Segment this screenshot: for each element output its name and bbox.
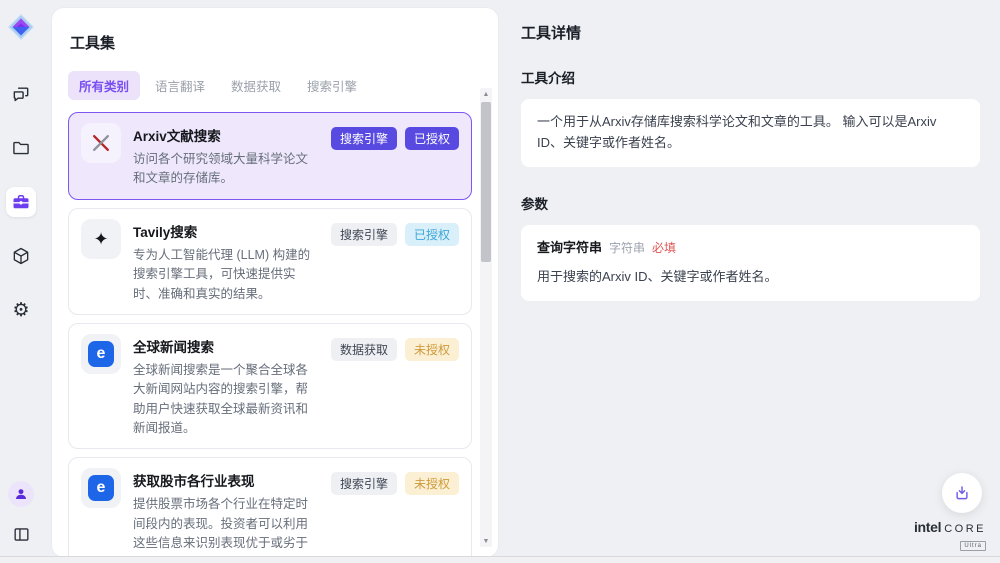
sidebar-item-settings[interactable]: ⚙ xyxy=(6,295,36,325)
sidebar-item-chat[interactable] xyxy=(6,79,36,109)
scroll-up-arrow[interactable]: ▲ xyxy=(480,88,492,100)
category-badge: 搜索引擎 xyxy=(331,127,397,150)
brand-ultra-badge: Ultra xyxy=(960,541,986,551)
auth-status-badge: 已授权 xyxy=(405,127,459,150)
tool-desc: 提供股票市场各个行业在特定时间段内的表现。投资者可以利用这些信息来识别表现优于或… xyxy=(133,495,319,557)
params-heading: 参数 xyxy=(521,193,980,213)
gear-icon: ⚙ xyxy=(12,301,29,320)
scrollbar[interactable]: ▲ ▼ xyxy=(480,88,492,547)
param-type: 字符串 xyxy=(609,239,645,258)
category-badge: 搜索引擎 xyxy=(331,223,397,246)
tool-intro-text: 一个用于从Arxiv存储库搜索科学论文和文章的工具。 输入可以是Arxiv ID… xyxy=(521,99,980,167)
param-required-flag: 必填 xyxy=(652,239,676,258)
sidebar: ⚙ xyxy=(0,0,42,563)
collapse-panel-icon[interactable] xyxy=(6,519,36,549)
four-point-star-icon: ✦ xyxy=(81,219,121,259)
brand-core: CORE xyxy=(944,524,986,535)
page-title: 工具集 xyxy=(70,32,470,53)
tab-3[interactable]: 搜索引擎 xyxy=(296,71,368,100)
auth-status-badge: 已授权 xyxy=(405,223,459,246)
category-tabs: 所有类别语言翻译数据获取搜索引擎 xyxy=(68,71,470,100)
tab-1[interactable]: 语言翻译 xyxy=(144,71,216,100)
sidebar-item-tools[interactable] xyxy=(6,187,36,217)
detail-title: 工具详情 xyxy=(521,22,980,43)
intro-heading: 工具介绍 xyxy=(521,67,980,87)
tool-cards: Arxiv文献搜索访问各个研究领域大量科学论文和文章的存储库。搜索引擎已授权✦T… xyxy=(68,112,472,557)
tool-list-panel: 工具集 所有类别语言翻译数据获取搜索引擎 Arxiv文献搜索访问各个研究领域大量… xyxy=(52,8,498,557)
arxiv-x-icon xyxy=(81,123,121,163)
tool-name: 获取股市各行业表现 xyxy=(133,470,319,490)
auth-status-badge: 未授权 xyxy=(405,338,459,361)
intel-core-logo: intel CORE Ultra xyxy=(914,520,986,551)
tool-card-2[interactable]: e 全球新闻搜索全球新闻搜索是一个聚合全球各大新闻网站内容的搜索引擎，帮助用户快速… xyxy=(68,323,472,450)
tab-0[interactable]: 所有类别 xyxy=(68,71,140,100)
download-button[interactable] xyxy=(942,473,982,513)
tool-desc: 专为人工智能代理 (LLM) 构建的搜索引擎工具，可快速提供实时、准确和真实的结… xyxy=(133,246,319,304)
app-logo[interactable] xyxy=(7,13,35,41)
param-name: 查询字符串 xyxy=(537,238,602,259)
tool-card-0[interactable]: Arxiv文献搜索访问各个研究领域大量科学论文和文章的存储库。搜索引擎已授权 xyxy=(68,112,472,200)
cube-icon xyxy=(11,246,31,266)
tool-name: Tavily搜索 xyxy=(133,221,319,241)
blue-e-icon: e xyxy=(81,334,121,374)
param-desc: 用于搜索的Arxiv ID、关键字或作者姓名。 xyxy=(537,267,964,288)
tool-desc: 访问各个研究领域大量科学论文和文章的存储库。 xyxy=(133,150,319,189)
category-badge: 数据获取 xyxy=(331,338,397,361)
tool-card-3[interactable]: e 获取股市各行业表现提供股票市场各个行业在特定时间段内的表现。投资者可以利用这些… xyxy=(68,457,472,557)
sidebar-item-models[interactable] xyxy=(6,241,36,271)
param-box: 查询字符串 字符串 必填 用于搜索的Arxiv ID、关键字或作者姓名。 xyxy=(521,225,980,302)
chat-icon xyxy=(11,84,31,104)
folder-icon xyxy=(11,138,31,158)
window-bottom-edge xyxy=(0,556,1000,563)
auth-status-badge: 未授权 xyxy=(405,472,459,495)
category-badge: 搜索引擎 xyxy=(331,472,397,495)
scroll-down-arrow[interactable]: ▼ xyxy=(480,535,492,547)
tab-2[interactable]: 数据获取 xyxy=(220,71,292,100)
scrollbar-thumb[interactable] xyxy=(481,102,491,262)
tool-name: 全球新闻搜索 xyxy=(133,336,319,356)
toolbox-icon xyxy=(11,192,31,212)
download-icon xyxy=(953,484,971,502)
user-avatar[interactable] xyxy=(8,481,34,507)
tool-desc: 全球新闻搜索是一个聚合全球各大新闻网站内容的搜索引擎，帮助用户快速获取全球最新资… xyxy=(133,361,319,439)
brand-intel: intel xyxy=(914,520,941,534)
tool-card-1[interactable]: ✦ Tavily搜索专为人工智能代理 (LLM) 构建的搜索引擎工具，可快速提供实… xyxy=(68,208,472,315)
sidebar-item-files[interactable] xyxy=(6,133,36,163)
blue-e-icon: e xyxy=(81,468,121,508)
tool-name: Arxiv文献搜索 xyxy=(133,125,319,145)
tool-detail-panel: 工具详情 工具介绍 一个用于从Arxiv存储库搜索科学论文和文章的工具。 输入可… xyxy=(505,0,1000,563)
